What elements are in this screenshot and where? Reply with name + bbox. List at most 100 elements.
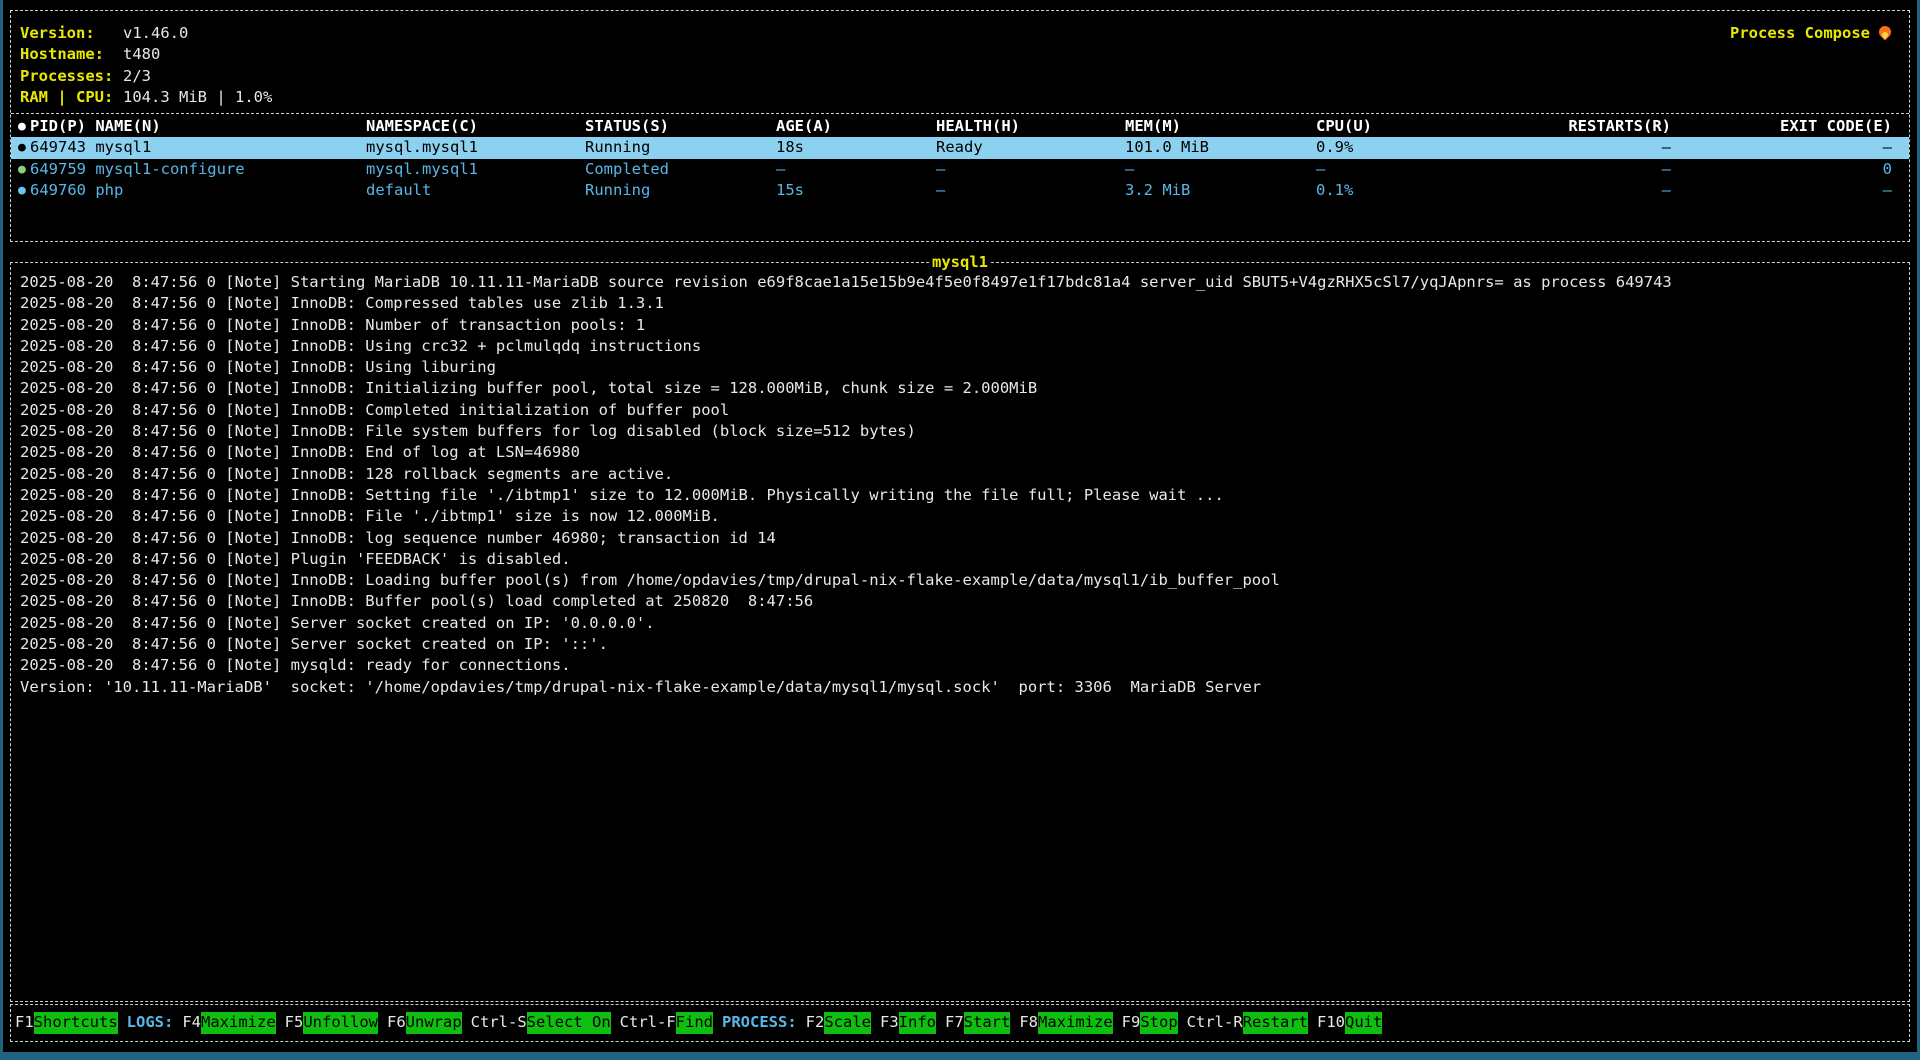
log-line: 2025-08-20 8:47:56 0 [Note] InnoDB: Usin…: [20, 336, 1900, 357]
shortcut-action: Restart: [1243, 1012, 1308, 1033]
log-line: 2025-08-20 8:47:56 0 [Note] InnoDB: Sett…: [20, 485, 1900, 506]
process-row-php[interactable]: ● 649760 php default Running 15s – 3.2 M…: [11, 180, 1909, 201]
version-value: v1.46.0: [123, 23, 188, 44]
shortcut-key: Ctrl-R: [1187, 1012, 1243, 1033]
cell-mem: 101.0 MiB: [1125, 137, 1316, 158]
shortcut-f10-quit[interactable]: F10Quit: [1317, 1012, 1382, 1033]
hostname-value: t480: [123, 44, 160, 65]
shortcut-ctrl-f-find[interactable]: Ctrl-FFind: [620, 1012, 713, 1033]
shortcut-key: Ctrl-F: [620, 1012, 676, 1033]
col-exit-code: EXIT CODE(E): [1671, 116, 1892, 137]
col-age: AGE(A): [776, 116, 936, 137]
col-mem: MEM(M): [1125, 116, 1316, 137]
shortcut-ctrl-s-select-on[interactable]: Ctrl-SSelect On: [471, 1012, 611, 1033]
log-panel-title: mysql1: [930, 252, 990, 273]
shortcut-key: F4: [182, 1012, 201, 1033]
cell-status: Running: [585, 180, 776, 201]
log-line: 2025-08-20 8:47:56 0 [Note] InnoDB: Comp…: [20, 293, 1900, 314]
logs-section-label: LOGS:: [127, 1012, 174, 1033]
shortcut-action: Start: [964, 1012, 1011, 1033]
process-row-mysql1-configure[interactable]: ● 649759 mysql1-configure mysql.mysql1 C…: [11, 159, 1909, 180]
shortcut-f9-stop[interactable]: F9Stop: [1122, 1012, 1178, 1033]
shortcut-key: F7: [945, 1012, 964, 1033]
cell-pid-name: 649759 mysql1-configure: [30, 159, 366, 180]
log-line: 2025-08-20 8:47:56 0 [Note] Server socke…: [20, 613, 1900, 634]
log-panel[interactable]: mysql1 2025-08-20 8:47:56 0 [Note] Start…: [10, 262, 1910, 1002]
status-dot-icon: ●: [18, 137, 30, 158]
log-line: 2025-08-20 8:47:56 0 [Note] InnoDB: End …: [20, 442, 1900, 463]
shortcut-f4-maximize[interactable]: F4Maximize: [182, 1012, 275, 1033]
shortcut-key: F9: [1122, 1012, 1141, 1033]
ram-cpu-label: RAM | CPU:: [20, 87, 123, 108]
status-dot-icon: ●: [18, 159, 30, 180]
header-status-dot-icon: ●: [18, 116, 30, 137]
version-line: Version: v1.46.0: [20, 23, 272, 44]
log-line: 2025-08-20 8:47:56 0 [Note] InnoDB: log …: [20, 528, 1900, 549]
shortcut-action: Maximize: [201, 1012, 276, 1033]
log-line: 2025-08-20 8:47:56 0 [Note] InnoDB: Buff…: [20, 591, 1900, 612]
cell-pid-name: 649760 php: [30, 180, 366, 201]
shortcut-action: Info: [899, 1012, 936, 1033]
log-line: 2025-08-20 8:47:56 0 [Note] InnoDB: Load…: [20, 570, 1900, 591]
log-line: 2025-08-20 8:47:56 0 [Note] InnoDB: File…: [20, 506, 1900, 527]
system-info: Version: v1.46.0 Hostname: t480 Processe…: [20, 23, 272, 108]
processes-line: Processes: 2/3: [20, 66, 272, 87]
cell-health: –: [936, 159, 1125, 180]
shortcut-f7-start[interactable]: F7Start: [945, 1012, 1010, 1033]
log-line: 2025-08-20 8:47:56 0 [Note] InnoDB: Comp…: [20, 400, 1900, 421]
cell-cpu: 0.9%: [1316, 137, 1450, 158]
cell-age: 15s: [776, 180, 936, 201]
processes-label: Processes:: [20, 66, 123, 87]
shortcut-key: Ctrl-S: [471, 1012, 527, 1033]
shortcut-f1-shortcuts[interactable]: F1Shortcuts: [15, 1012, 118, 1033]
app-header: Version: v1.46.0 Hostname: t480 Processe…: [11, 11, 1909, 114]
shortcut-key: F1: [15, 1012, 34, 1033]
log-line: 2025-08-20 8:47:56 0 [Note] Starting Mar…: [20, 272, 1900, 293]
terminal-screen: Version: v1.46.0 Hostname: t480 Processe…: [0, 0, 1920, 1060]
col-restarts: RESTARTS(R): [1450, 116, 1671, 137]
shortcut-action: Maximize: [1038, 1012, 1113, 1033]
shortcut-action: Unfollow: [303, 1012, 378, 1033]
shortcut-f8-maximize[interactable]: F8Maximize: [1019, 1012, 1112, 1033]
shortcut-ctrl-r-restart[interactable]: Ctrl-RRestart: [1187, 1012, 1308, 1033]
cell-restarts: –: [1450, 180, 1671, 201]
cell-pid-name: 649743 mysql1: [30, 137, 366, 158]
cell-status: Completed: [585, 159, 776, 180]
shortcut-action: Shortcuts: [34, 1012, 118, 1033]
ram-cpu-value: 104.3 MiB | 1.0%: [123, 87, 272, 108]
log-line: 2025-08-20 8:47:56 0 [Note] Server socke…: [20, 634, 1900, 655]
cell-health: –: [936, 180, 1125, 201]
col-pid-name: PID(P) NAME(N): [30, 116, 366, 137]
cell-exit-code: 0: [1671, 159, 1892, 180]
log-line: 2025-08-20 8:47:56 0 [Note] mysqld: read…: [20, 655, 1900, 676]
hostname-line: Hostname: t480: [20, 44, 272, 65]
shortcut-f3-info[interactable]: F3Info: [880, 1012, 936, 1033]
cell-age: 18s: [776, 137, 936, 158]
hostname-label: Hostname:: [20, 44, 123, 65]
process-row-mysql1[interactable]: ● 649743 mysql1 mysql.mysql1 Running 18s…: [11, 137, 1909, 158]
cell-exit-code: –: [1671, 137, 1892, 158]
process-table-header-row: ● PID(P) NAME(N) NAMESPACE(C) STATUS(S) …: [11, 116, 1909, 137]
version-label: Version:: [20, 23, 123, 44]
shortcut-key: F5: [285, 1012, 304, 1033]
col-status: STATUS(S): [585, 116, 776, 137]
log-line: 2025-08-20 8:47:56 0 [Note] Plugin 'FEED…: [20, 549, 1900, 570]
shortcut-action: Stop: [1140, 1012, 1177, 1033]
shortcut-f5-unfollow[interactable]: F5Unfollow: [285, 1012, 378, 1033]
log-line: Version: '10.11.11-MariaDB' socket: '/ho…: [20, 677, 1900, 698]
shortcut-f2-scale[interactable]: F2Scale: [806, 1012, 871, 1033]
cell-namespace: mysql.mysql1: [366, 137, 585, 158]
cell-cpu: –: [1316, 159, 1450, 180]
processes-value: 2/3: [123, 66, 151, 87]
cell-cpu: 0.1%: [1316, 180, 1450, 201]
log-lines: 2025-08-20 8:47:56 0 [Note] Starting Mar…: [11, 263, 1909, 1001]
cell-restarts: –: [1450, 137, 1671, 158]
ram-cpu-line: RAM | CPU: 104.3 MiB | 1.0%: [20, 87, 272, 108]
cell-exit-code: –: [1671, 180, 1892, 201]
app-title-text: Process Compose: [1730, 23, 1870, 44]
shortcut-action: Scale: [824, 1012, 871, 1033]
shortcut-f6-unwrap[interactable]: F6Unwrap: [387, 1012, 462, 1033]
shortcut-action: Find: [676, 1012, 713, 1033]
shortcut-bar: F1Shortcuts LOGS: F4Maximize F5Unfollow …: [10, 1004, 1910, 1042]
cell-namespace: default: [366, 180, 585, 201]
